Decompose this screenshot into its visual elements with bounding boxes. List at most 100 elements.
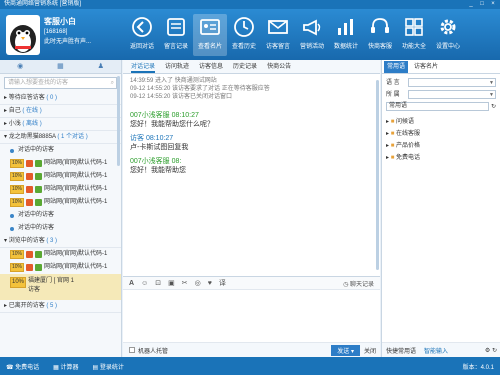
list-item[interactable]: 10% 网站网(官网)默认代码-1	[0, 183, 121, 196]
message-input[interactable]	[123, 290, 380, 342]
quick-phrase-link[interactable]: 快捷常用语	[386, 346, 416, 355]
chat-scrollbar[interactable]	[376, 80, 379, 270]
language-select[interactable]	[408, 78, 496, 88]
group-left[interactable]: ▸ 已离开的访客 ( 5 )	[0, 300, 121, 313]
toolbar-label: 查看名片	[197, 44, 222, 50]
group-browsing[interactable]: ▾ 浏览中的访客 ( 3 )	[0, 235, 121, 248]
image-icon[interactable]: ▣	[168, 279, 175, 287]
settings-gear-icon[interactable]: ⚙ ↻	[485, 347, 497, 354]
user-tab-icon[interactable]: ♟	[81, 60, 121, 73]
tab-visitor-card[interactable]: 访客名片	[411, 61, 441, 73]
tab-chat-record[interactable]: 对话记录	[131, 60, 156, 73]
screenshot-icon[interactable]: ⊡	[155, 279, 161, 287]
avatar[interactable]	[6, 15, 40, 55]
group-count: ( 0 )	[46, 95, 58, 101]
close-button[interactable]: ×	[489, 1, 497, 8]
field-label: 所 属	[386, 91, 400, 98]
owner-select[interactable]	[408, 90, 496, 100]
title-bar: 快商通网络营销系统 [营销版] _ □ ×	[0, 0, 500, 9]
toolbar-stats-button[interactable]: 数据统计	[329, 14, 363, 56]
phrase-search-input[interactable]: 常用语	[386, 102, 489, 111]
toolbar-apps-button[interactable]: 功能大全	[397, 14, 431, 56]
maximize-button[interactable]: □	[478, 1, 486, 8]
category-label: 在线客服	[395, 131, 420, 137]
contacts-tab-icon[interactable]: ▦	[40, 60, 80, 73]
tab-visitor-info[interactable]: 访客信息	[199, 60, 223, 73]
phrase-search-row: 常用语 ↻	[386, 101, 496, 112]
translate-icon[interactable]: 译	[219, 278, 226, 288]
chat-tab-icon[interactable]: ◉	[0, 60, 40, 73]
minimize-button[interactable]: _	[467, 1, 475, 8]
window-controls: _ □ ×	[467, 0, 497, 8]
profile-status[interactable]: 此时无声胜有声...	[44, 37, 91, 47]
group-agent[interactable]: ▾ 龙之助黑猫8885A ( 1 个对话 )	[0, 131, 121, 144]
tab-visit-track[interactable]: 访问轨迹	[165, 60, 189, 73]
smart-input-link[interactable]: 智能输入	[424, 346, 448, 355]
toolbar-history-button[interactable]: 查看历史	[227, 14, 261, 56]
list-item[interactable]: 10% 网站网(官网)默认代码-1	[0, 261, 121, 274]
calculator-icon: ▦	[53, 364, 59, 371]
format-toolbar: A ☺ ⊡ ▣ ✂ ◎ ♥ 译 ◷ 聊天记录	[123, 276, 380, 290]
visitor-location: 福建厦门 [ 官网 1	[28, 278, 75, 284]
visitor-search-input[interactable]: 请输入想要查找的访客 ⌕	[4, 77, 117, 89]
apps-icon	[405, 18, 423, 36]
chart-icon	[338, 19, 353, 35]
robot-checkbox[interactable]	[129, 347, 135, 353]
refresh-icon[interactable]: ↻	[491, 102, 496, 112]
list-item[interactable]: 对话中的访客	[0, 144, 121, 157]
voice-icon[interactable]: ◎	[195, 279, 201, 287]
heart-icon[interactable]: ♥	[208, 280, 212, 287]
chat-history-link[interactable]: ◷ 聊天记录	[343, 279, 374, 288]
browser-icon	[26, 251, 34, 258]
list-item[interactable]: 对话中的访客	[0, 209, 121, 222]
toolbar-settings-button[interactable]: 设置中心	[431, 14, 465, 56]
group-self[interactable]: ▸ 自己 ( 在线 )	[0, 105, 121, 118]
tab-history[interactable]: 历史记录	[233, 60, 257, 73]
folder-icon: ■	[390, 155, 395, 161]
selected-visitor-item[interactable]: 10% 福建厦门 [ 官网 1 访客	[0, 274, 121, 300]
list-item[interactable]: 10% 网站网(官网)默认代码-1	[0, 157, 121, 170]
list-item[interactable]: 10% 网站网(官网)默认代码-1	[0, 196, 121, 209]
send-button[interactable]: 发送 ▾	[331, 344, 360, 356]
toolbar-back-button[interactable]: 返回对话	[125, 14, 159, 56]
login-stats-link[interactable]: ▤ 登录统计	[93, 362, 124, 371]
robot-label: 机器人托管	[138, 348, 169, 355]
tab-common-phrases[interactable]: 常用语	[384, 61, 409, 73]
message-body: 您好！我能帮助您什么呢？	[130, 121, 214, 128]
category-item[interactable]: ▸ ■ 在线客服	[386, 128, 500, 140]
visitor-scrollbar[interactable]	[117, 76, 120, 166]
status-label: 计算器	[60, 364, 79, 371]
tab-announcement[interactable]: 快商公告	[267, 60, 291, 73]
group-count: ( 3 )	[46, 238, 58, 244]
free-call-link[interactable]: ☎ 免费电话	[6, 362, 39, 371]
calculator-link[interactable]: ▦ 计算器	[53, 362, 78, 371]
group-waiting[interactable]: ▸ 等待应答访客 ( 0 )	[0, 92, 121, 105]
folder-icon: ■	[390, 119, 395, 125]
list-item[interactable]: 10% 网站网(官网)默认代码-1	[0, 248, 121, 261]
message-header: 007小浅客服 08:10:27	[130, 112, 199, 119]
item-label: 对话中的访客	[18, 212, 55, 218]
scissors-icon[interactable]: ✂	[182, 279, 188, 287]
font-icon[interactable]: A	[129, 280, 134, 287]
browser-icon	[26, 173, 34, 180]
toolbar-label: 访客留言	[265, 44, 290, 50]
emoji-icon[interactable]: ☺	[141, 280, 148, 287]
search-placeholder: 请输入想要查找的访客	[8, 80, 69, 86]
toolbar-message-button[interactable]: 留言记录	[159, 14, 193, 56]
megaphone-icon	[303, 19, 321, 36]
list-item[interactable]: 10% 网站网(官网)默认代码-1	[0, 170, 121, 183]
category-item[interactable]: ▸ ■ 产品价格	[386, 140, 500, 152]
toolbar-card-button[interactable]: 查看名片	[193, 14, 227, 56]
item-label: 对话中的访客	[18, 147, 55, 153]
list-item[interactable]: 对话中的访客	[0, 222, 121, 235]
group-colleague[interactable]: ▸ 小浅 ( 离线 )	[0, 118, 121, 131]
category-item[interactable]: ▸ ■ 免费电话	[386, 152, 500, 164]
toolbar-mail-button[interactable]: 访客留言	[261, 14, 295, 56]
toolbar-support-button[interactable]: 快商客服	[363, 14, 397, 56]
system-message: 09-12 14:55:20 该访客已关闭对话窗口	[130, 94, 233, 100]
category-item[interactable]: ▸ ■ 问候语	[386, 116, 500, 128]
chat-bottom-bar: 机器人托管 发送 ▾ 关闭	[123, 342, 380, 357]
search-icon[interactable]: ⌕	[111, 78, 114, 88]
close-chat-button[interactable]: 关闭	[364, 346, 376, 355]
toolbar-marketing-button[interactable]: 营销活动	[295, 14, 329, 56]
